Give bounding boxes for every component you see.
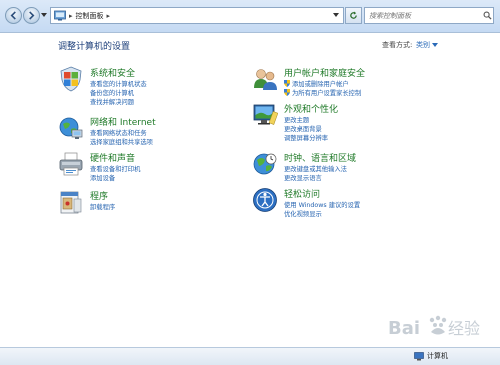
category-link[interactable]: 为所有用户设置家长控制 bbox=[292, 88, 361, 97]
svg-text:Bai: Bai bbox=[388, 318, 420, 339]
uac-shield-icon bbox=[284, 89, 290, 96]
clock-globe-icon[interactable] bbox=[252, 151, 278, 177]
uac-shield-icon bbox=[284, 80, 290, 87]
category-title[interactable]: 系统和安全 bbox=[90, 66, 135, 79]
search-input[interactable] bbox=[365, 8, 481, 23]
category-link[interactable]: 查看网络状态和任务 bbox=[90, 128, 147, 137]
category-link[interactable]: 卸载程序 bbox=[90, 202, 115, 211]
back-arrow-icon bbox=[10, 11, 16, 20]
category-hardware-sound: 硬件和声音 查看设备和打印机 添加设备 bbox=[58, 151, 258, 191]
programs-icon[interactable] bbox=[58, 189, 84, 215]
breadcrumb-control-panel[interactable]: 控制面板 bbox=[76, 11, 104, 21]
shield-flag-icon[interactable] bbox=[58, 66, 84, 92]
category-link[interactable]: 查看您的计算机状态 bbox=[90, 79, 147, 88]
category-link[interactable]: 查找并解决问题 bbox=[90, 97, 134, 106]
category-title[interactable]: 用户帐户和家庭安全 bbox=[284, 66, 365, 79]
breadcrumb-chevron-icon[interactable]: ▸ bbox=[107, 12, 111, 20]
refresh-icon bbox=[350, 11, 357, 19]
users-icon[interactable] bbox=[252, 66, 278, 92]
category-appearance: 外观和个性化 更改主题 更改桌面背景 调整屏幕分辨率 bbox=[252, 102, 452, 142]
recent-pages-dropdown-icon[interactable] bbox=[41, 12, 47, 18]
category-link[interactable]: 优化视频显示 bbox=[284, 209, 322, 218]
category-title[interactable]: 轻松访问 bbox=[284, 187, 320, 200]
forward-button[interactable] bbox=[23, 7, 40, 24]
category-link[interactable]: 添加或删除用户帐户 bbox=[292, 79, 349, 88]
baidu-jingyan-watermark-logo: Bai 经验 bbox=[388, 315, 480, 339]
category-link[interactable]: 备份您的计算机 bbox=[90, 88, 134, 97]
network-globe-icon[interactable] bbox=[58, 115, 84, 141]
category-link[interactable]: 选择家庭组和共享选项 bbox=[90, 137, 153, 146]
category-title[interactable]: 时钟、语言和区域 bbox=[284, 151, 356, 164]
category-network-internet: 网络和 Internet 查看网络状态和任务 选择家庭组和共享选项 bbox=[58, 115, 258, 155]
search-box[interactable] bbox=[364, 7, 494, 24]
category-title[interactable]: 硬件和声音 bbox=[90, 151, 135, 164]
category-programs: 程序 卸载程序 bbox=[58, 189, 258, 229]
printer-icon[interactable] bbox=[58, 151, 84, 177]
monitor-icon[interactable] bbox=[252, 102, 278, 128]
category-title[interactable]: 程序 bbox=[90, 189, 108, 202]
category-link[interactable]: 更改桌面背景 bbox=[284, 124, 322, 133]
category-user-accounts: 用户帐户和家庭安全 添加或删除用户帐户 为所有用户设置家长控制 bbox=[252, 66, 452, 106]
navigation-bar: ▸ 控制面板 ▸ bbox=[0, 0, 500, 33]
back-button[interactable] bbox=[5, 7, 22, 24]
computer-icon bbox=[414, 352, 424, 361]
svg-text:经验: 经验 bbox=[448, 319, 480, 338]
category-link[interactable]: 查看设备和打印机 bbox=[90, 164, 140, 173]
category-link[interactable]: 使用 Windows 建议的设置 bbox=[284, 200, 360, 209]
category-link[interactable]: 更改显示语言 bbox=[284, 173, 322, 182]
status-text: 计算机 bbox=[427, 352, 448, 360]
control-panel-icon bbox=[54, 10, 66, 21]
page-title: 调整计算机的设置 bbox=[58, 42, 131, 52]
search-icon[interactable] bbox=[483, 11, 492, 20]
view-by-label: 查看方式: bbox=[382, 41, 413, 49]
address-dropdown-icon[interactable] bbox=[333, 13, 339, 18]
category-title[interactable]: 外观和个性化 bbox=[284, 102, 338, 115]
view-by-dropdown[interactable]: 类别 bbox=[416, 40, 430, 50]
category-ease-of-access: 轻松访问 使用 Windows 建议的设置 优化视频显示 bbox=[252, 187, 452, 227]
category-link[interactable]: 更改主题 bbox=[284, 115, 309, 124]
category-link[interactable]: 添加设备 bbox=[90, 173, 115, 182]
category-system-security: 系统和安全 查看您的计算机状态 备份您的计算机 查找并解决问题 bbox=[58, 66, 258, 106]
status-bar: 计算机 bbox=[0, 347, 500, 365]
accessibility-icon[interactable] bbox=[252, 187, 278, 213]
address-bar[interactable]: ▸ 控制面板 ▸ bbox=[50, 7, 344, 24]
view-by-chevron-down-icon[interactable] bbox=[432, 43, 438, 47]
control-panel-content: 调整计算机的设置 查看方式: 类别 系统和安全 查看您的计算机状态 备份您的计算… bbox=[0, 33, 500, 347]
category-title[interactable]: 网络和 Internet bbox=[90, 115, 156, 128]
refresh-button[interactable] bbox=[345, 7, 362, 24]
category-link[interactable]: 调整屏幕分辨率 bbox=[284, 133, 328, 142]
forward-arrow-icon bbox=[29, 11, 35, 20]
category-clock-language-region: 时钟、语言和区域 更改键盘或其他输入法 更改显示语言 bbox=[252, 151, 452, 191]
breadcrumb-chevron-icon: ▸ bbox=[69, 11, 73, 20]
category-link[interactable]: 更改键盘或其他输入法 bbox=[284, 164, 347, 173]
